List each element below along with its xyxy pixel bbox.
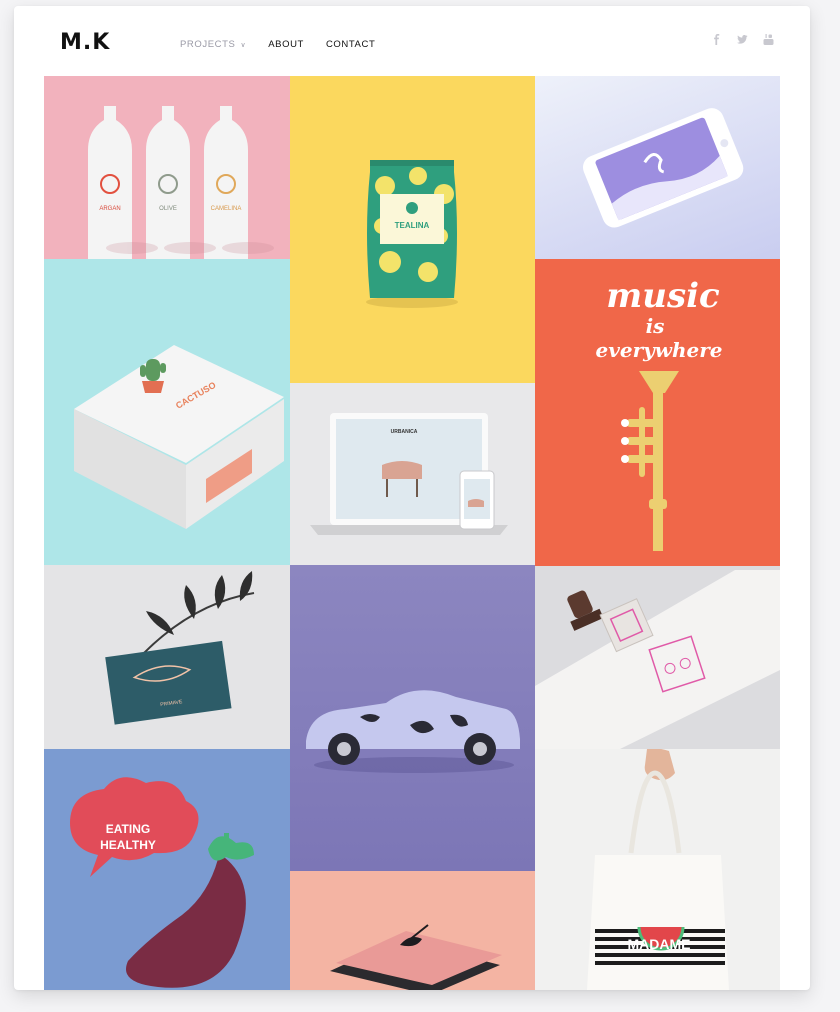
nav-projects-label: PROJECTS	[180, 39, 236, 50]
cactuso-box-illustration: CACTUSO	[74, 345, 284, 529]
social-links	[710, 33, 774, 45]
eating-healthy-line-2: HEALTHY	[100, 838, 156, 852]
music-line-1: music	[606, 276, 720, 316]
eating-healthy-illustration: EATING HEALTHY	[70, 777, 254, 988]
laptop-mockup-illustration: URBANICA	[310, 413, 508, 535]
portfolio-tile-cactuso[interactable]: CACTUSO	[44, 259, 290, 565]
facebook-icon[interactable]	[710, 33, 722, 45]
eating-healthy-line-1: EATING	[106, 822, 150, 836]
portfolio-tile-eating-healthy[interactable]: EATING HEALTHY	[44, 749, 290, 990]
tote-bag-label: MADAME	[628, 936, 691, 952]
business-card-illustration: PRIMAVE	[105, 571, 255, 725]
twitter-icon[interactable]	[736, 33, 748, 45]
bottle-label-3: CAMELINA	[211, 206, 242, 212]
portfolio-tile-business-card[interactable]: PRIMAVE	[44, 565, 290, 749]
portfolio-tile-music[interactable]: music is everywhere	[535, 259, 780, 566]
portfolio-tile-phone-app[interactable]	[535, 76, 780, 259]
portfolio-tile-book[interactable]	[290, 871, 535, 990]
music-line-3: everywhere	[596, 338, 723, 362]
youtube-icon[interactable]	[762, 33, 774, 45]
chevron-down-icon: ∨	[240, 41, 247, 49]
browser-frame: M.K PROJECTS ∨ ABOUT CONTACT ARGAN OLIVE…	[14, 6, 810, 990]
portfolio-tile-laptop[interactable]: URBANICA	[290, 383, 535, 565]
portfolio-tile-car[interactable]	[290, 565, 535, 871]
nav-contact[interactable]: CONTACT	[326, 39, 375, 50]
music-poster-illustration: music is everywhere	[596, 276, 723, 551]
bottles-illustration: ARGAN OLIVE CAMELINA	[88, 106, 274, 259]
music-line-2: is	[646, 314, 665, 338]
site-header: M.K PROJECTS ∨ ABOUT CONTACT	[14, 6, 810, 78]
portfolio-grid: ARGAN OLIVE CAMELINA TEALINA CACTUSO mus…	[44, 76, 780, 990]
nav-about[interactable]: ABOUT	[268, 39, 304, 50]
phone-illustration	[582, 108, 744, 228]
portfolio-tile-tote-bag[interactable]: MADAME	[535, 749, 780, 990]
portfolio-tile-bottles[interactable]: ARGAN OLIVE CAMELINA	[44, 76, 290, 259]
stamp-illustration	[535, 570, 780, 749]
tealina-pouch-illustration: TEALINA	[366, 160, 458, 308]
bottle-label-1: ARGAN	[99, 206, 120, 212]
tealina-label: TEALINA	[395, 221, 430, 230]
site-logo[interactable]: M.K	[60, 30, 110, 55]
laptop-label: URBANICA	[391, 429, 418, 435]
nav-projects[interactable]: PROJECTS ∨	[180, 39, 246, 50]
book-illustration	[330, 924, 502, 990]
bottle-label-2: OLIVE	[159, 206, 177, 212]
main-nav: PROJECTS ∨ ABOUT CONTACT	[180, 39, 375, 50]
tote-bag-illustration: MADAME	[587, 749, 729, 990]
portfolio-tile-stamp[interactable]	[535, 566, 780, 749]
car-illustration	[306, 690, 520, 773]
portfolio-tile-tealina[interactable]: TEALINA	[290, 76, 535, 383]
